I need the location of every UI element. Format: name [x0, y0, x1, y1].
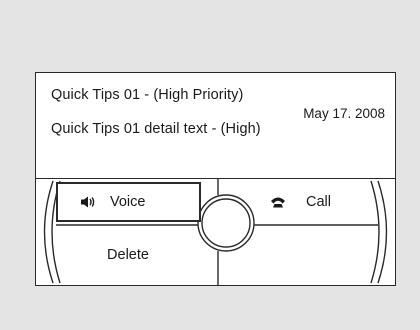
- message-area: Quick Tips 01 - (High Priority) May 17. …: [36, 73, 395, 179]
- screen: Quick Tips 01 - (High Priority) May 17. …: [0, 0, 420, 330]
- delete-button-label: Delete: [107, 247, 149, 263]
- voice-button[interactable]: Voice: [56, 182, 201, 222]
- message-panel: Quick Tips 01 - (High Priority) May 17. …: [35, 72, 396, 286]
- message-detail: Quick Tips 01 detail text - (High): [51, 121, 261, 137]
- message-title: Quick Tips 01 - (High Priority): [51, 87, 244, 103]
- message-date: May 17. 2008: [303, 106, 385, 121]
- delete-button[interactable]: Delete: [58, 235, 198, 275]
- control-pad: Voice Call Delete: [36, 179, 395, 285]
- call-button-label: Call: [306, 194, 331, 210]
- speaker-icon: [80, 195, 96, 209]
- call-button[interactable]: Call: [268, 184, 370, 220]
- voice-button-label: Voice: [110, 194, 146, 210]
- phone-handset-icon: [270, 195, 286, 209]
- center-select-button[interactable]: [199, 196, 253, 250]
